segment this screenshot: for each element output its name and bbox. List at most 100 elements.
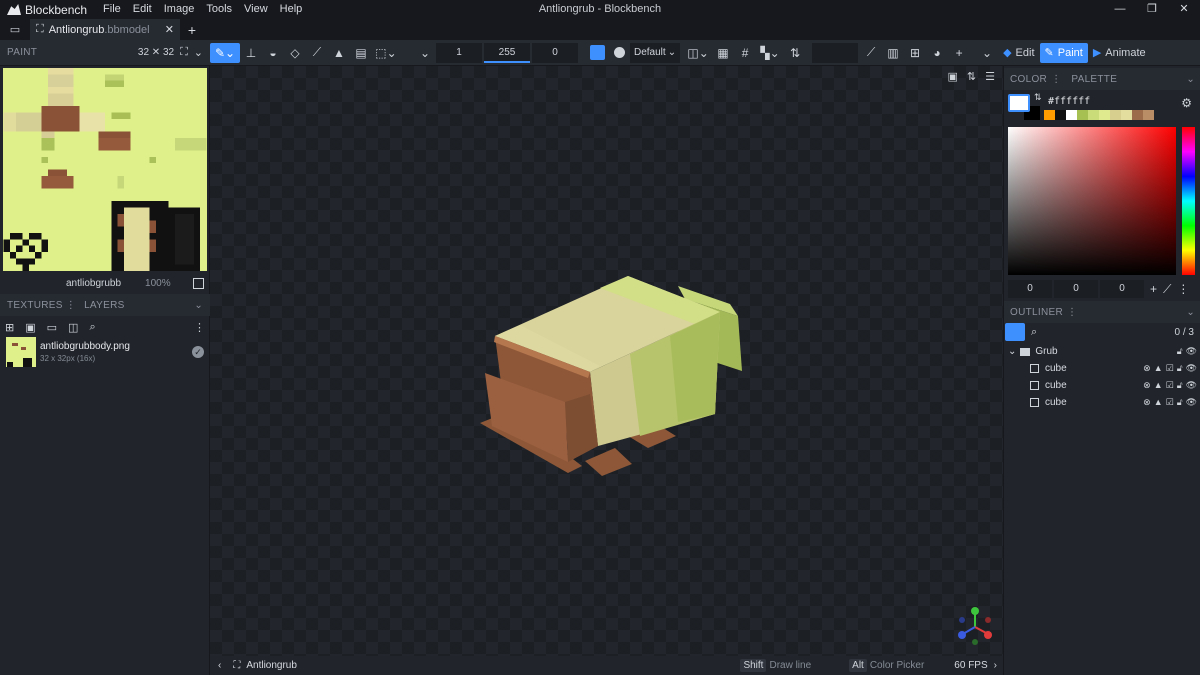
mode-paint-button[interactable]: ✎ Paint [1039, 42, 1088, 63]
texture-list-item[interactable]: antliobgrubbody.png 32 x 32px (16x) ✓ [0, 336, 210, 368]
project-tab[interactable]: ⛶ Antliongrub .bbmodel ✕ [30, 19, 180, 40]
toolbar-empty-field[interactable] [812, 42, 859, 63]
eyedropper-button[interactable]: ⟋ [860, 43, 882, 63]
checkbox-icon[interactable]: ☑ [1166, 397, 1174, 408]
brush-options-dropdown[interactable]: ⌄ [414, 43, 436, 63]
tab-color[interactable]: COLOR [1010, 74, 1047, 85]
palette-swatch[interactable] [1143, 110, 1154, 120]
outliner-cube-row[interactable]: cube ⊗ ▲ ☑ 🔓︎ 👁︎ [1004, 360, 1200, 377]
brush-size-field[interactable]: 1 [436, 42, 482, 63]
brush-tool-button[interactable]: ✎⌄ [210, 42, 240, 63]
eye-icon[interactable]: 👁︎ [1186, 363, 1197, 374]
close-tab-icon[interactable]: ✕ [165, 23, 174, 36]
red-field[interactable]: 0 [1008, 280, 1052, 298]
layout-button[interactable]: ▚⌄ [756, 43, 784, 63]
swap-colors-icon[interactable]: ⇅ [1034, 92, 1042, 103]
round-brush-button[interactable] [608, 43, 630, 63]
palette-swatch[interactable] [1099, 110, 1110, 120]
selection-tool-button[interactable]: ⬚⌄ [372, 43, 400, 63]
sort-icon[interactable]: ⇅ [967, 70, 976, 83]
grid-toggle-button[interactable]: # [734, 43, 756, 63]
mirror-painting-button[interactable]: ◫⌄ [684, 43, 712, 63]
restore-icon[interactable]: ❐ [1136, 0, 1168, 19]
pixel-grid-button[interactable]: ▦ [712, 43, 734, 63]
mode-animate-button[interactable]: ▶ Animate [1088, 43, 1151, 63]
uv-editor-button[interactable]: ▥ [882, 43, 904, 63]
eye-icon[interactable]: 👁︎ [1186, 346, 1197, 357]
open-folder-icon[interactable]: ▭ [47, 321, 57, 334]
search-icon[interactable]: ⌕ [89, 321, 95, 334]
eyedropper-icon[interactable]: ⟋ [1163, 282, 1171, 297]
uv-zoom-level[interactable]: 100% [145, 278, 171, 289]
lock-icon[interactable]: 🔓︎ [1177, 346, 1183, 357]
tab-palette[interactable]: PALETTE [1071, 74, 1117, 85]
add-color-icon[interactable]: + [1150, 282, 1157, 296]
palette-swatch[interactable] [1110, 110, 1121, 120]
chevron-right-icon[interactable]: › [994, 660, 997, 671]
create-texture-icon[interactable]: ◫ [68, 321, 78, 334]
chevron-down-icon[interactable]: ⌄ [1186, 307, 1195, 318]
more-options-icon[interactable]: ⋮ [66, 300, 76, 311]
export-icon[interactable]: ⊗ [1143, 363, 1151, 374]
palette-swatch[interactable] [1077, 110, 1088, 120]
square-brush-button[interactable] [586, 43, 608, 63]
tab-textures[interactable]: TEXTURES [7, 300, 63, 311]
gradient-tool-button[interactable]: ▤ [350, 43, 372, 63]
outliner-group-row[interactable]: ⌄ Grub 🔓︎ 👁︎ [1004, 343, 1200, 360]
new-tab-icon[interactable]: + [180, 22, 204, 38]
primary-color-swatch[interactable] [1008, 94, 1030, 112]
menu-tools[interactable]: Tools [200, 0, 238, 19]
more-options-icon[interactable]: ⋮ [1067, 307, 1077, 318]
lock-icon[interactable]: 🔓︎ [1177, 380, 1183, 391]
eraser-tool-button[interactable]: ◇ [284, 43, 306, 63]
menu-view[interactable]: View [238, 0, 274, 19]
fill-tool-button[interactable]: ◒ [262, 43, 284, 63]
hue-slider[interactable] [1182, 127, 1195, 275]
chevron-left-icon[interactable]: ‹ [218, 660, 221, 671]
color-picker-tool-button[interactable]: ⟋ [306, 43, 328, 63]
menu-edit[interactable]: Edit [127, 0, 158, 19]
eye-icon[interactable]: 👁︎ [1186, 397, 1197, 408]
chevron-down-icon[interactable]: ⌄ [1186, 74, 1195, 85]
blue-field[interactable]: 0 [1100, 280, 1144, 298]
palette-swatch[interactable] [1121, 110, 1132, 120]
palette-button[interactable]: ◕ [926, 43, 948, 63]
more-options-icon[interactable]: ⋮ [194, 321, 205, 334]
menu-help[interactable]: Help [274, 0, 309, 19]
brush-softness-field[interactable]: 0 [532, 42, 578, 63]
import-texture-icon[interactable]: ⊞ [5, 321, 14, 334]
blend-mode-select[interactable]: Default ⌄ [630, 42, 681, 63]
menu-icon[interactable]: ☰ [985, 70, 995, 83]
close-icon[interactable]: ✕ [1168, 0, 1200, 19]
brush-opacity-field[interactable]: 255 [484, 42, 530, 63]
3d-viewport[interactable]: ▣ ⇅ ☰ [210, 66, 1003, 656]
more-options-icon[interactable]: ⋮ [1051, 74, 1061, 85]
chevron-down-icon[interactable]: ⌄ [194, 300, 203, 311]
chevron-down-icon[interactable]: ⌄ [194, 46, 203, 59]
uv-texture-name[interactable]: antliobgrubb [66, 278, 121, 289]
gear-icon[interactable]: ⚙ [1181, 96, 1192, 110]
export-icon[interactable]: ⊗ [1143, 380, 1151, 391]
checkbox-icon[interactable]: ☑ [1166, 363, 1174, 374]
shape-tool-button[interactable]: ▲ [328, 43, 350, 63]
palette-swatch[interactable] [1044, 110, 1055, 120]
menu-image[interactable]: Image [158, 0, 201, 19]
uv-editor-canvas[interactable] [3, 68, 207, 271]
eye-icon[interactable]: 👁︎ [1186, 380, 1197, 391]
green-field[interactable]: 0 [1054, 280, 1098, 298]
lock-icon[interactable]: 🔓︎ [1177, 397, 1183, 408]
hex-color-value[interactable]: #ffffff [1048, 96, 1090, 107]
image-icon[interactable]: ▣ [948, 70, 958, 83]
fullscreen-icon[interactable]: ⛶ [180, 46, 188, 59]
open-folder-icon[interactable]: ▭ [0, 23, 30, 36]
outliner-cube-row[interactable]: cube ⊗ ▲ ☑ 🔓︎ 👁︎ [1004, 377, 1200, 394]
palette-swatch[interactable] [1066, 110, 1077, 120]
copy-icon[interactable] [193, 277, 204, 289]
menu-file[interactable]: File [97, 0, 127, 19]
outliner-cube-row[interactable]: cube ⊗ ▲ ☑ 🔓︎ 👁︎ [1004, 394, 1200, 411]
axis-gizmo[interactable] [955, 606, 995, 646]
palette-swatch[interactable] [1088, 110, 1099, 120]
tab-layers[interactable]: LAYERS [84, 300, 125, 311]
checkbox-icon[interactable]: ☑ [1166, 380, 1174, 391]
chevron-down-icon[interactable]: ⌄ [1008, 346, 1016, 357]
